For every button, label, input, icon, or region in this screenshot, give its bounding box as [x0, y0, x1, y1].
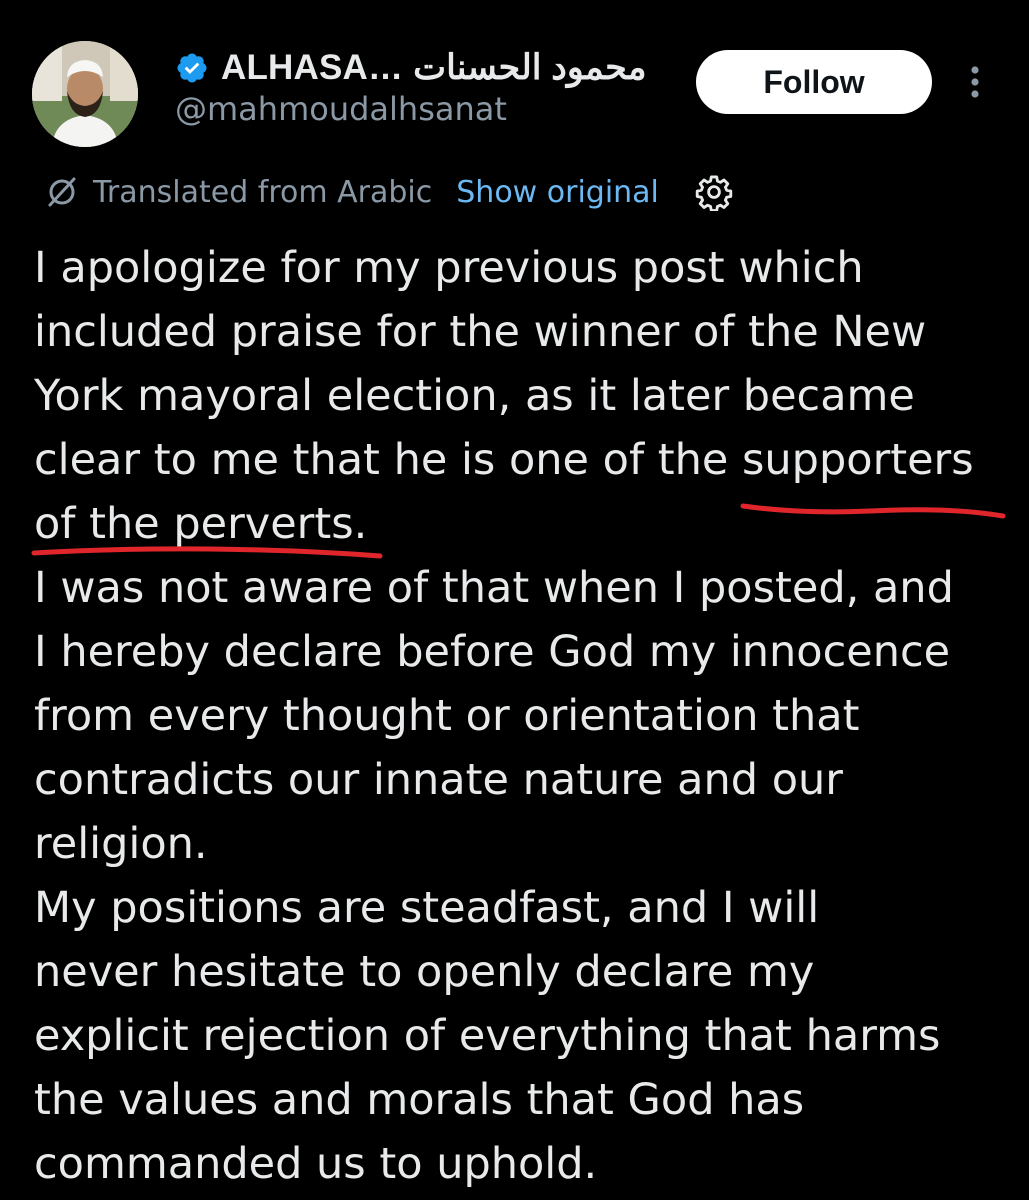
gear-icon[interactable]	[695, 173, 733, 211]
more-vertical-icon[interactable]	[960, 62, 990, 102]
translate-icon	[48, 177, 76, 207]
author-name-row[interactable]: ALHASA… محمود الحسنات	[175, 46, 647, 90]
show-original-link[interactable]: Show original	[456, 175, 659, 210]
post-line: contradicts our innate nature and our	[34, 755, 843, 805]
verified-badge-icon	[177, 53, 207, 83]
author-display-name[interactable]: ALHASA… محمود الحسنات	[221, 48, 647, 88]
post-line: My positions are steadfast, and I will	[34, 883, 820, 933]
follow-button[interactable]: Follow	[696, 50, 932, 114]
post-line: clear to me that he is one of the suppor…	[34, 435, 974, 485]
post-line: I hereby declare before God my innocence	[34, 627, 951, 677]
post-line: I apologize for my previous post which	[34, 243, 864, 293]
post-line: of the perverts.	[34, 499, 368, 549]
avatar[interactable]	[32, 41, 138, 147]
post-line: York mayoral election, as it later becam…	[34, 371, 915, 421]
translated-from-label: Translated from Arabic	[93, 174, 433, 210]
post-line: included praise for the winner of the Ne…	[34, 307, 927, 357]
post-line: from every thought or orientation that	[34, 691, 860, 741]
post-line: never hesitate to openly declare my	[34, 947, 815, 997]
post-text: I apologize for my previous post which i…	[34, 236, 1009, 1196]
post-line: religion.	[34, 819, 208, 869]
post-line: explicit rejection of everything that ha…	[34, 1011, 941, 1061]
post-line: the values and morals that God has	[34, 1075, 805, 1125]
post-line: I was not aware of that when I posted, a…	[34, 563, 954, 613]
translation-notice: Translated from Arabic Show original	[45, 170, 733, 214]
author-handle[interactable]: @mahmoudalhsanat	[175, 90, 507, 128]
post-header: ALHASA… محمود الحسنات @mahmoudalhsanat F…	[0, 0, 1029, 160]
post-line: commanded us to uphold.	[34, 1139, 598, 1189]
